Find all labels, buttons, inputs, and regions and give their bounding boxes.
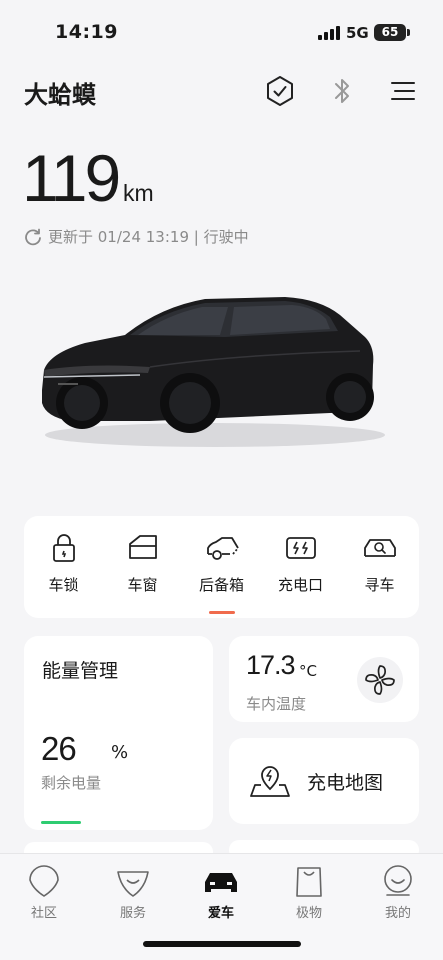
control-window[interactable]: 车窗: [103, 516, 182, 618]
energy-title: 能量管理: [42, 660, 119, 682]
map-pin-charge-icon: [250, 766, 290, 797]
cabin-temperature: 17.3: [246, 650, 296, 680]
community-icon: [29, 865, 59, 897]
control-trunk[interactable]: 后备箱: [182, 516, 261, 618]
tab-community-label: 社区: [30, 906, 57, 921]
control-find-car-label: 寻车: [364, 576, 395, 594]
menu-icon[interactable]: [386, 74, 420, 108]
quick-controls-panel: 车锁 车窗 后备箱 充电口 寻车: [24, 516, 419, 618]
profile-icon: [384, 865, 412, 896]
battery-bar-fill: [41, 821, 81, 824]
climate-button[interactable]: [357, 657, 403, 703]
shield-check-icon[interactable]: [263, 74, 297, 108]
control-charge-port-label: 充电口: [277, 576, 323, 594]
control-charge-port[interactable]: 充电口: [261, 516, 340, 618]
battery-bar: [41, 821, 196, 824]
tab-shop[interactable]: 极物: [274, 864, 344, 921]
charging-map-label: 充电地图: [307, 771, 384, 794]
car-icon: [205, 873, 237, 892]
temperature-unit: °C: [299, 662, 317, 680]
range-value: 119: [22, 141, 121, 215]
lock-icon: [52, 534, 75, 562]
charging-map-card[interactable]: 充电地图: [229, 738, 419, 824]
tab-shop-label: 极物: [295, 906, 322, 921]
tab-car-label: 爱车: [207, 906, 234, 921]
tab-service[interactable]: 服务: [98, 864, 168, 921]
charge-port-icon: [285, 537, 316, 559]
bluetooth-icon[interactable]: [325, 74, 359, 108]
control-find-car[interactable]: 寻车: [340, 516, 419, 618]
tab-car[interactable]: 爱车: [186, 864, 256, 921]
temperature-card[interactable]: 17.3 °C 车内温度: [229, 636, 419, 722]
car-name: 大蛤蟆: [24, 81, 96, 109]
header: 大蛤蟆: [0, 72, 443, 112]
battery-label: 剩余电量: [41, 774, 102, 792]
active-indicator: [208, 611, 235, 614]
control-window-label: 车窗: [127, 576, 158, 594]
status-bar: 14:19 5G 65: [0, 0, 443, 60]
battery-icon: 65: [374, 24, 410, 41]
trunk-icon: [206, 537, 239, 560]
status-time: 14:19: [55, 21, 118, 43]
window-icon: [128, 535, 157, 559]
energy-card[interactable]: 能量管理 26 % 剩余电量: [24, 636, 213, 830]
range-unit: km: [123, 180, 154, 206]
battery-level: 65: [381, 25, 399, 39]
network-type: 5G: [346, 24, 369, 42]
tab-profile[interactable]: 我的: [363, 864, 433, 921]
control-lock-label: 车锁: [48, 576, 79, 594]
battery-percent-unit: %: [111, 742, 129, 763]
car-image: [30, 285, 390, 455]
tab-profile-label: 我的: [384, 906, 411, 921]
signal-icon: [318, 26, 342, 40]
battery-percent: 26: [41, 730, 77, 767]
update-status[interactable]: 更新于 01/24 13:19 | 行驶中: [24, 226, 249, 247]
temperature-label: 车内温度: [246, 695, 307, 713]
tab-service-label: 服务: [119, 906, 146, 921]
update-text: 更新于 01/24 13:19 | 行驶中: [48, 228, 249, 246]
home-indicator: [143, 941, 301, 947]
control-lock[interactable]: 车锁: [24, 516, 103, 618]
shop-bag-icon: [296, 867, 322, 897]
find-car-icon: [363, 539, 396, 557]
tab-community[interactable]: 社区: [9, 864, 79, 921]
fan-icon: [365, 665, 395, 695]
control-trunk-label: 后备箱: [198, 576, 244, 594]
refresh-icon[interactable]: [24, 228, 42, 246]
service-icon: [117, 871, 149, 897]
